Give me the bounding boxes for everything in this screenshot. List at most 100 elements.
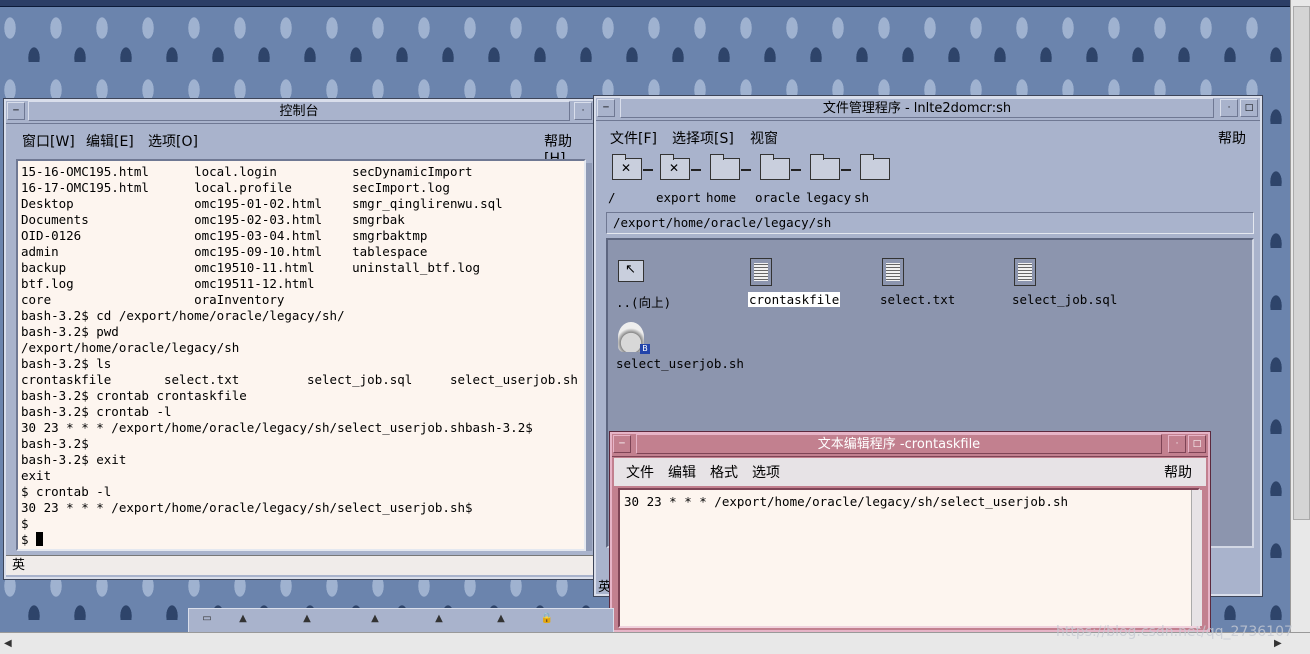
menu-select[interactable]: 选择项[S] (672, 128, 734, 148)
minimize-button[interactable]: · (574, 102, 592, 120)
file-manager-title: 文件管理程序 - lnlte2domcr:sh (620, 98, 1214, 118)
terminal-line: exit (21, 468, 52, 483)
crumb-sh[interactable]: sh (854, 190, 869, 205)
terminal-line: $ crontab -l (21, 484, 112, 499)
terminal-line: 15-16-OMC195.html local.login secDynamic… (21, 164, 473, 179)
menu-window[interactable]: 窗口[W] (22, 131, 75, 151)
scroll-thumb[interactable] (1293, 6, 1310, 520)
oracle-folder-icon[interactable] (760, 154, 790, 180)
legacy-folder-icon[interactable] (810, 154, 840, 180)
console-window[interactable]: ─ 控制台 · 窗口[W] 编辑[E] 选项[O] 帮助[H] 15-16-OM… (3, 98, 598, 580)
path-link (841, 169, 851, 171)
terminal-line: 30 23 * * * /export/home/oracle/legacy/s… (21, 420, 533, 435)
maximize-button[interactable]: □ (1188, 435, 1206, 453)
file-crontaskfile[interactable]: crontaskfile (748, 292, 841, 307)
window-menu-button[interactable]: ─ (613, 435, 631, 453)
file-parent-dir[interactable]: ..(向上) (616, 292, 671, 311)
crumb-root[interactable]: / (608, 190, 616, 205)
file-manager-menubar: 文件[F] 选择项[S] 视窗 帮助 (598, 124, 1258, 150)
shell-script-icon[interactable]: B (618, 322, 650, 354)
panel-arrow-icon[interactable]: ▲ (491, 613, 511, 624)
minimize-button[interactable]: · (1220, 99, 1238, 117)
terminal-line: Desktop omc195-01-02.html smgr_qingliren… (21, 196, 503, 211)
text-file-icon[interactable] (1014, 258, 1036, 286)
menu-edit[interactable]: 编辑[E] (86, 131, 134, 151)
terminal-line: 16-17-OMC195.html local.profile secImpor… (21, 180, 450, 195)
root-folder-icon[interactable] (612, 154, 642, 180)
terminal-line: core oraInventory (21, 292, 285, 307)
terminal-line: OID-0126 omc195-03-04.html smgrbaktmp (21, 228, 428, 243)
console-scrollbar[interactable] (586, 163, 592, 551)
input-method-status: 英 (598, 580, 612, 595)
terminal-line: admin omc195-09-10.html tablespace (21, 244, 428, 259)
menu-help[interactable]: 帮助 (1164, 462, 1192, 482)
crumb-legacy[interactable]: legacy (806, 190, 851, 205)
text-editor-window[interactable]: ─ 文本编辑程序 -crontaskfile · □ 文件 编辑 格式 选项 帮… (609, 431, 1211, 633)
console-titlebar[interactable]: ─ 控制台 · (6, 101, 594, 124)
export-folder-icon[interactable] (660, 154, 690, 180)
terminal-line: Documents omc195-02-03.html smgrbak (21, 212, 405, 227)
text-editor-title: 文本编辑程序 -crontaskfile (636, 434, 1162, 454)
menu-options[interactable]: 选项[O] (148, 131, 198, 151)
file-select-job-sql[interactable]: select_job.sql (1012, 292, 1117, 307)
path-link (741, 169, 751, 171)
terminal-line: backup omc19510-11.html uninstall_btf.lo… (21, 260, 481, 275)
text-editor-menubar: 文件 编辑 格式 选项 帮助 (614, 458, 1206, 486)
terminal-line: bash-3.2$ exit (21, 452, 127, 467)
text-file-icon[interactable] (750, 258, 772, 286)
panel-arrow-icon[interactable]: ▲ (365, 613, 385, 624)
menu-edit[interactable]: 编辑 (668, 462, 696, 482)
terminal-cursor (36, 532, 44, 546)
current-path-field[interactable]: /export/home/oracle/legacy/sh (606, 212, 1254, 234)
file-crontaskfile-label: crontaskfile (748, 292, 841, 307)
file-manager-titlebar[interactable]: ─ 文件管理程序 - lnlte2domcr:sh · □ (596, 98, 1260, 121)
menu-file[interactable]: 文件 (626, 462, 654, 482)
panel-arrow-icon[interactable]: ▲ (429, 613, 449, 624)
crumb-home[interactable]: home (706, 190, 736, 205)
minimize-button[interactable]: · (1168, 435, 1186, 453)
editor-text-area[interactable]: 30 23 * * * /export/home/oracle/legacy/s… (618, 488, 1200, 628)
input-method-status: 英 (6, 555, 598, 575)
crumb-export[interactable]: export (656, 190, 701, 205)
panel-button-icon[interactable]: ▭ (197, 613, 217, 624)
front-panel: ▭ ▲ ▲ ▲ ▲ ▲ 🔒 (188, 608, 614, 633)
terminal-output[interactable]: 15-16-OMC195.html local.login secDynamic… (16, 159, 586, 551)
maximize-button[interactable]: □ (1240, 99, 1258, 117)
text-file-icon[interactable] (882, 258, 904, 286)
home-folder-icon[interactable] (710, 154, 740, 180)
sh-folder-icon[interactable] (860, 154, 890, 180)
window-menu-button[interactable]: ─ (7, 102, 25, 120)
lock-icon[interactable]: 🔒 (537, 613, 557, 624)
menu-file[interactable]: 文件[F] (610, 128, 657, 148)
vertical-scrollbar[interactable] (1290, 0, 1310, 653)
file-select-userjob-sh[interactable]: select_userjob.sh (616, 356, 744, 371)
menu-view[interactable]: 视窗 (750, 128, 778, 148)
terminal-line: bash-3.2$ cd /export/home/oracle/legacy/… (21, 308, 345, 323)
text-editor-titlebar[interactable]: ─ 文本编辑程序 -crontaskfile · □ (612, 434, 1208, 457)
path-link (643, 169, 653, 171)
path-link (691, 169, 701, 171)
terminal-line: bash-3.2$ (21, 436, 89, 451)
terminal-line: bash-3.2$ pwd (21, 324, 119, 339)
terminal-line: btf.log omc19511-12.html (21, 276, 315, 291)
menu-format[interactable]: 格式 (710, 462, 738, 482)
scroll-left-icon[interactable]: ◀ (4, 638, 12, 649)
menu-help[interactable]: 帮助 (1218, 128, 1246, 148)
terminal-line: 30 23 * * * /export/home/oracle/legacy/s… (21, 500, 473, 515)
terminal-line: crontaskfile select.txt select_job.sql s… (21, 372, 578, 387)
file-select-txt[interactable]: select.txt (880, 292, 955, 307)
editor-content: 30 23 * * * /export/home/oracle/legacy/s… (624, 494, 1069, 509)
panel-arrow-icon[interactable]: ▲ (297, 613, 317, 624)
terminal-line: $ (21, 516, 29, 531)
crumb-oracle[interactable]: oracle (755, 190, 800, 205)
panel-arrow-icon[interactable]: ▲ (233, 613, 253, 624)
menu-options[interactable]: 选项 (752, 462, 780, 482)
top-window-edge (0, 0, 1310, 7)
terminal-line: bash-3.2$ crontab -l (21, 404, 172, 419)
window-menu-button[interactable]: ─ (597, 99, 615, 117)
path-link (791, 169, 801, 171)
console-title: 控制台 (28, 101, 570, 121)
watermark: https://blog.csdn.net/qq_2736107 (1056, 624, 1293, 640)
parent-folder-icon[interactable]: ↖ (618, 260, 644, 282)
editor-scrollbar[interactable] (1191, 490, 1202, 626)
